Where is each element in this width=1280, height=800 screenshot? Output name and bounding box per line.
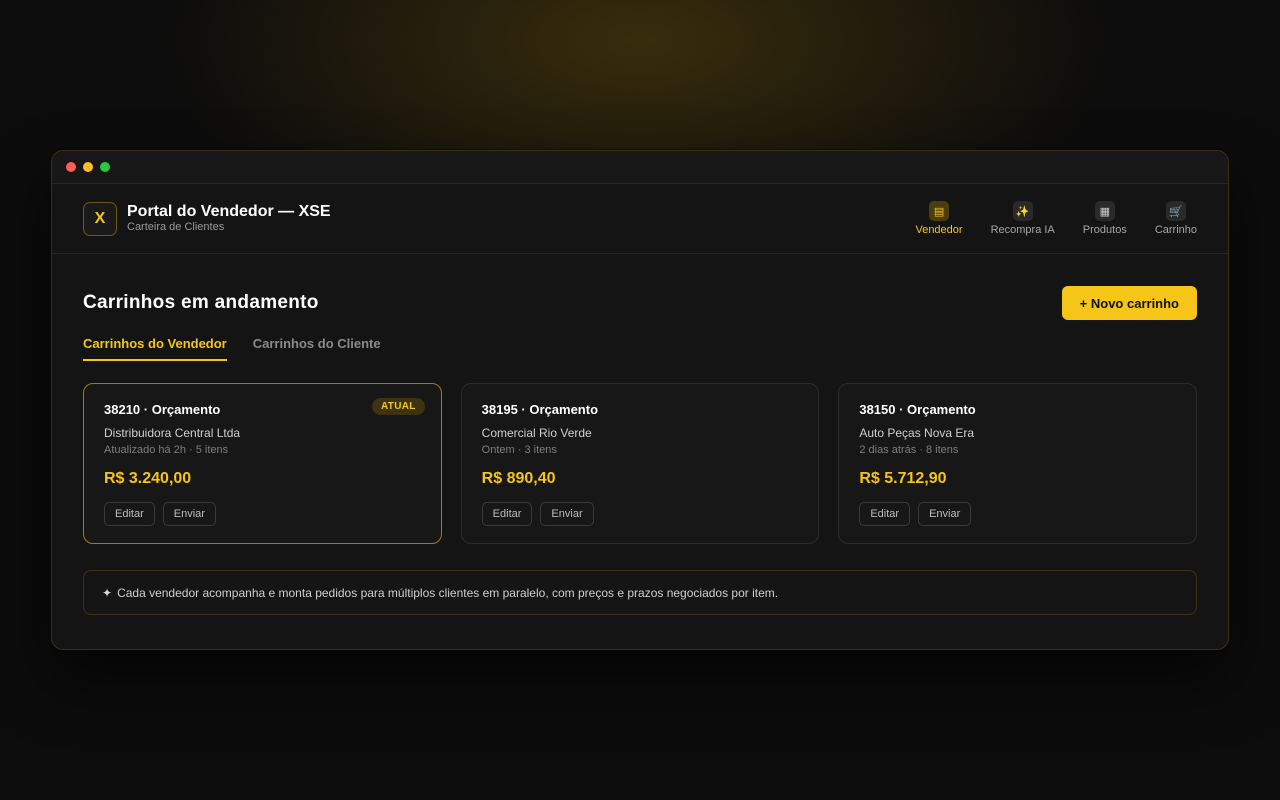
close-window-button[interactable]: [66, 162, 76, 172]
new-cart-button[interactable]: + Novo carrinho: [1061, 286, 1197, 320]
send-button[interactable]: Enviar: [162, 502, 216, 526]
info-note: ✦ Cada vendedor acompanha e monta pedido…: [83, 570, 1197, 615]
brand: X Portal do Vendedor — XSE Carteira de C…: [83, 201, 331, 236]
cart-client: Auto Peças Nova Era: [859, 426, 975, 440]
page-title: Carrinhos em andamento: [83, 292, 319, 313]
cart-title: 38150 · Orçamento: [859, 402, 976, 417]
send-button[interactable]: Enviar: [918, 502, 972, 526]
cart-client: Distribuidora Central Ltda: [104, 426, 241, 440]
edit-button[interactable]: Editar: [104, 502, 155, 526]
cart-icon: 🛒: [1165, 201, 1186, 221]
tab-carrinhos-cliente[interactable]: Carrinhos do Cliente: [253, 336, 381, 361]
cart-actions: Editar Enviar: [481, 502, 799, 526]
nav-label: Recompra IA: [990, 224, 1055, 236]
cart-meta: Ontem · 3 itens: [481, 444, 557, 456]
document-icon: ▤: [929, 201, 950, 221]
app-window: X Portal do Vendedor — XSE Carteira de C…: [51, 150, 1229, 650]
nav-label: Carrinho: [1154, 224, 1197, 236]
edit-button[interactable]: Editar: [481, 502, 533, 526]
cart-title: 38195 · Orçamento: [481, 402, 599, 417]
info-note-text: Cada vendedor acompanha e monta pedidos …: [117, 585, 779, 600]
nav-label: Vendedor: [915, 224, 963, 236]
cart-actions: Editar Enviar: [859, 502, 1176, 526]
top-nav: ▤ Vendedor ✨ Recompra IA ▦ Produtos 🛒 Ca…: [915, 201, 1197, 236]
app-title: Portal do Vendedor — XSE: [127, 203, 331, 220]
grid-icon: ▦: [1094, 201, 1115, 221]
cart-list: ATUAL 38210 · Orçamento Distribuidora Ce…: [83, 383, 1198, 544]
nav-item-vendedor[interactable]: ▤ Vendedor: [915, 201, 963, 236]
cart-meta: 2 dias atrás · 8 itens: [859, 444, 959, 456]
send-button[interactable]: Enviar: [540, 502, 594, 526]
cart-total: R$ 5.712,90: [859, 470, 947, 487]
section-header: Carrinhos em andamento + Novo carrinho: [83, 286, 1197, 320]
cart-card[interactable]: 38150 · Orçamento Auto Peças Nova Era 2 …: [838, 383, 1198, 544]
logo: X: [83, 201, 117, 236]
cart-meta: Atualizado há 2h · 5 itens: [104, 444, 229, 456]
nav-label: Produtos: [1082, 224, 1127, 236]
title-bar: [52, 151, 1228, 184]
cart-tabs: Carrinhos do Vendedor Carrinhos do Clien…: [83, 336, 1197, 361]
edit-button[interactable]: Editar: [859, 502, 911, 526]
cart-total: R$ 890,40: [481, 470, 556, 487]
main-content: Carrinhos em andamento + Novo carrinho C…: [52, 286, 1228, 615]
cart-actions: Editar Enviar: [104, 502, 421, 526]
maximize-window-button[interactable]: [100, 162, 110, 172]
minimize-window-button[interactable]: [83, 162, 93, 172]
cart-total: R$ 3.240,00: [104, 470, 192, 487]
nav-item-carrinho[interactable]: 🛒 Carrinho: [1155, 201, 1197, 236]
app-subtitle: Carteira de Clientes: [127, 221, 225, 233]
sparkle-icon: ✦: [102, 585, 113, 600]
nav-item-recompra-ia[interactable]: ✨ Recompra IA: [991, 201, 1055, 236]
nav-item-produtos[interactable]: ▦ Produtos: [1083, 201, 1127, 236]
cart-client: Comercial Rio Verde: [481, 426, 592, 440]
sparkles-icon: ✨: [1012, 201, 1033, 221]
cart-card[interactable]: ATUAL 38210 · Orçamento Distribuidora Ce…: [83, 383, 442, 544]
tab-carrinhos-vendedor[interactable]: Carrinhos do Vendedor: [83, 336, 227, 361]
cart-card[interactable]: 38195 · Orçamento Comercial Rio Verde On…: [460, 383, 820, 544]
current-badge: ATUAL: [372, 398, 425, 415]
app-header: X Portal do Vendedor — XSE Carteira de C…: [52, 184, 1228, 254]
